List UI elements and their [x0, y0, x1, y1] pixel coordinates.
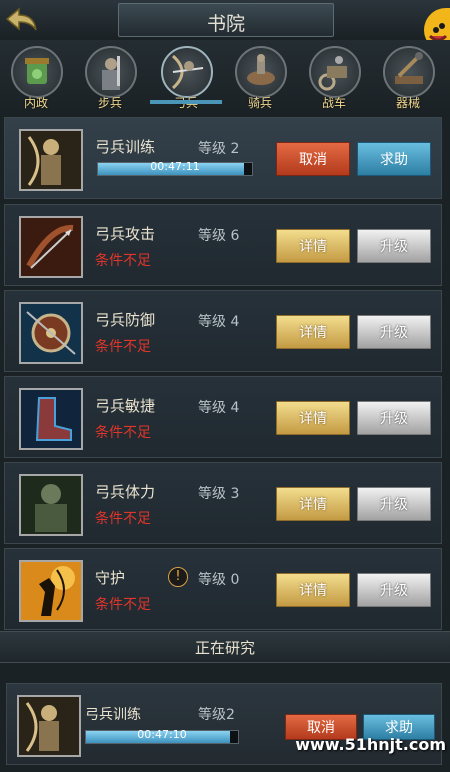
category-tabs: 内政 步兵 弓兵 骑兵 战车 器械 [0, 40, 450, 112]
research-item-archer-defense: 弓兵防御 条件不足 等级 4 详情 升级 [4, 290, 442, 372]
help-button[interactable]: 求助 [357, 142, 431, 176]
upgrade-button[interactable]: 升级 [357, 487, 431, 521]
tab-infantry[interactable]: 步兵 [82, 46, 138, 110]
cancel-button[interactable]: 取消 [276, 142, 350, 176]
upgrade-button[interactable]: 升级 [357, 401, 431, 435]
tab-cavalry[interactable]: 骑兵 [232, 46, 288, 110]
research-item-archer-attack: 弓兵攻击 条件不足 等级 6 详情 升级 [4, 204, 442, 286]
page-title: 书院 [206, 13, 245, 35]
research-name: 弓兵攻击 [95, 225, 156, 243]
archer-icon [161, 46, 213, 98]
tab-neizheng[interactable]: 内政 [8, 46, 64, 110]
boots-icon [19, 388, 83, 450]
bow-arrows-icon [19, 216, 83, 278]
title-plate: 书院 [118, 3, 334, 37]
researching-header: 正在研究 [0, 631, 450, 663]
research-name: 弓兵防御 [95, 311, 156, 329]
research-item-guard: 守护 ! 条件不足 等级 0 详情 升级 [4, 548, 442, 630]
tab-label: 内政 [23, 96, 48, 110]
research-level: 等级 4 [198, 400, 240, 416]
research-level: 等级 4 [198, 314, 240, 330]
condition-insufficient: 条件不足 [95, 425, 151, 441]
tab-label: 战车 [321, 96, 346, 110]
tab-label: 步兵 [97, 96, 122, 110]
back-button[interactable] [2, 4, 42, 36]
active-tab-indicator [150, 100, 222, 104]
research-progress-bar: 00:47:10 [85, 728, 239, 744]
armored-soldier-icon [19, 474, 83, 536]
research-progress-bar: 00:47:11 [97, 160, 253, 176]
detail-button[interactable]: 详情 [276, 229, 350, 263]
detail-button[interactable]: 详情 [276, 573, 350, 607]
research-level: 等级 6 [198, 228, 240, 244]
condition-insufficient: 条件不足 [95, 511, 151, 527]
condition-insufficient: 条件不足 [95, 253, 151, 269]
watermark: www.51hnjt.com [295, 735, 446, 754]
research-level: 等级2 [198, 707, 235, 723]
research-name: 守护 [95, 569, 126, 587]
jade-treasure-icon [11, 46, 63, 98]
upgrade-button[interactable]: 升级 [357, 573, 431, 607]
infantry-icon [85, 46, 137, 98]
research-name: 弓兵体力 [95, 483, 156, 501]
siege-engine-icon [383, 46, 435, 98]
condition-insufficient: 条件不足 [95, 339, 151, 355]
chariot-icon [309, 46, 361, 98]
tab-chariot[interactable]: 战车 [306, 46, 362, 110]
research-level: 等级 0 [198, 572, 240, 588]
tab-siege[interactable]: 器械 [380, 46, 436, 110]
archer-portrait-icon [17, 695, 81, 757]
research-level: 等级 3 [198, 486, 240, 502]
upgrade-button[interactable]: 升级 [357, 229, 431, 263]
tab-label: 骑兵 [247, 96, 272, 110]
research-name: 弓兵训练 [85, 707, 141, 723]
archer-portrait-icon [19, 129, 83, 191]
shield-icon [19, 302, 83, 364]
research-item-archer-training: 弓兵训练 等级 2 00:47:11 取消 求助 [4, 117, 442, 199]
researching-title: 正在研究 [194, 639, 255, 657]
research-name: 弓兵训练 [95, 138, 156, 156]
research-level: 等级 2 [198, 141, 240, 157]
detail-button[interactable]: 详情 [276, 487, 350, 521]
warning-icon[interactable]: ! [168, 567, 188, 587]
research-name: 弓兵敏捷 [95, 397, 156, 415]
progress-timer: 00:47:11 [150, 160, 200, 173]
upgrade-button[interactable]: 升级 [357, 315, 431, 349]
archer-silhouette-icon [19, 560, 83, 622]
detail-button[interactable]: 详情 [276, 315, 350, 349]
research-item-archer-stamina: 弓兵体力 条件不足 等级 3 详情 升级 [4, 462, 442, 544]
cavalry-icon [235, 46, 287, 98]
top-bar: 书院 [0, 0, 450, 52]
back-arrow-icon [5, 7, 37, 31]
research-item-archer-agility: 弓兵敏捷 条件不足 等级 4 详情 升级 [4, 376, 442, 458]
detail-button[interactable]: 详情 [276, 401, 350, 435]
progress-timer: 00:47:10 [137, 728, 187, 741]
condition-insufficient: 条件不足 [95, 597, 151, 613]
tab-label: 器械 [395, 96, 420, 110]
